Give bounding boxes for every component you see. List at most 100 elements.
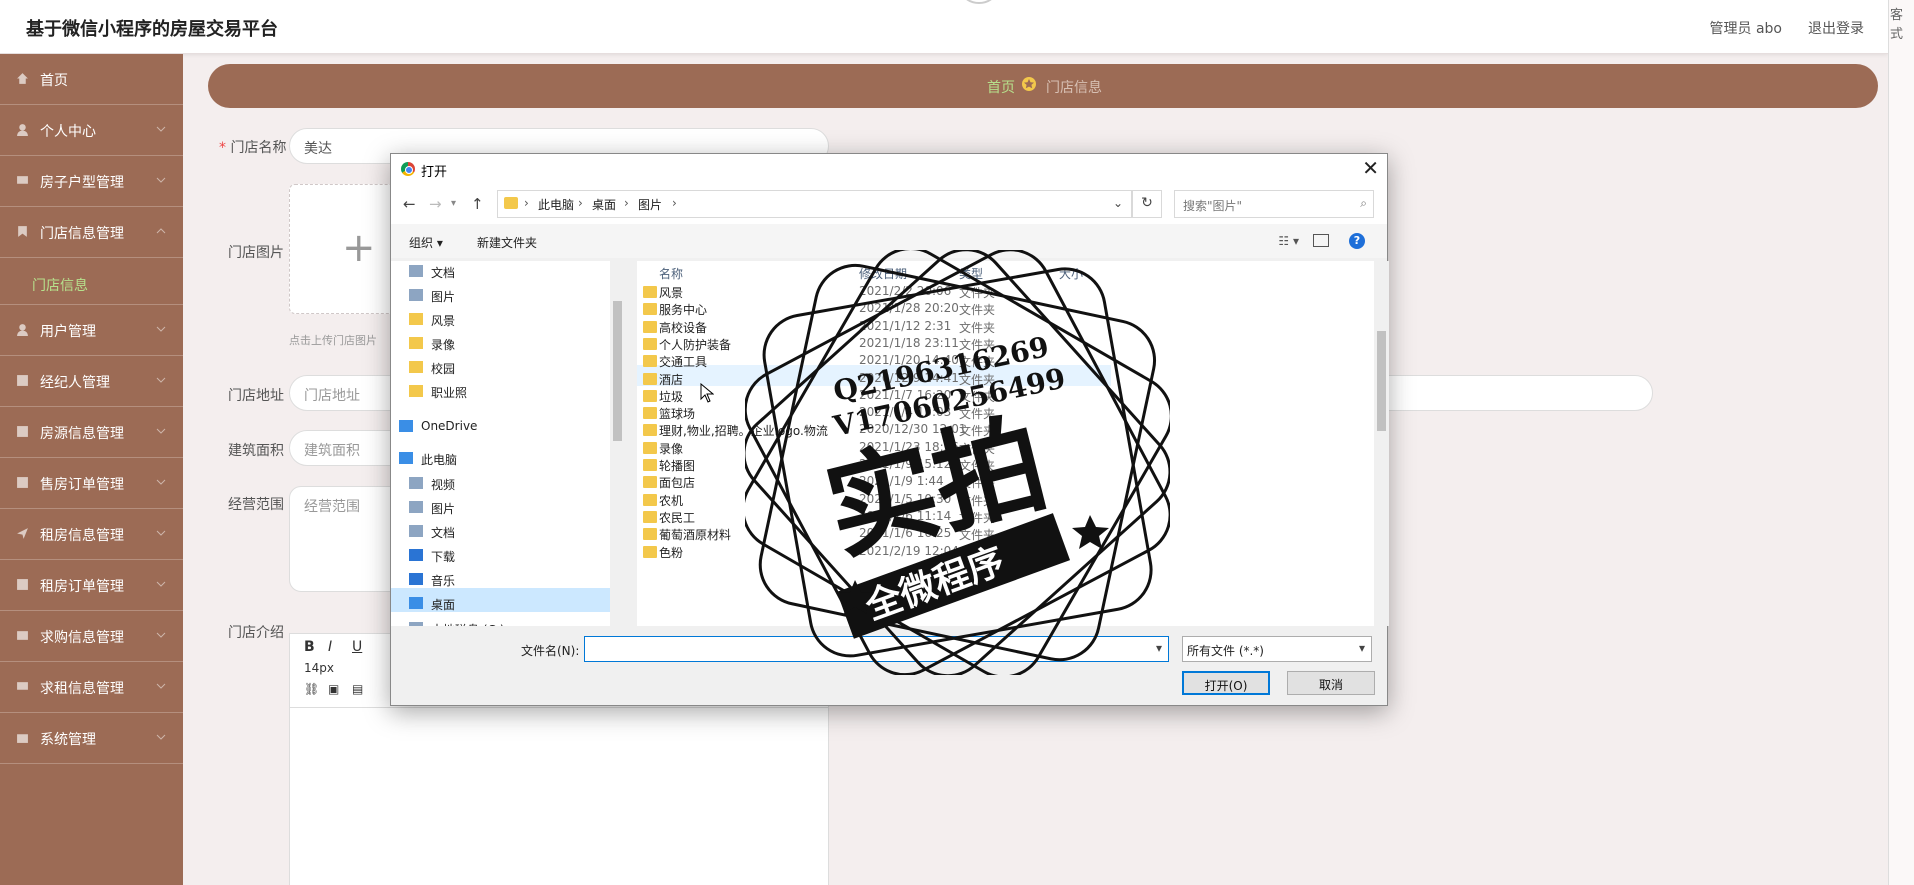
right-edge-strip xyxy=(1888,0,1914,885)
current-user[interactable]: 管理员 abo xyxy=(1710,18,1782,38)
nav-scrollbar[interactable] xyxy=(610,261,625,626)
organize-button[interactable]: 组织 ▾ xyxy=(409,234,443,251)
breadcrumb: 首页 门店信息 xyxy=(208,64,1878,108)
breadcrumb-current: 门店信息 xyxy=(1046,80,1102,96)
path-segment[interactable]: 此电脑 xyxy=(538,196,574,213)
folder-icon xyxy=(643,545,657,558)
filetype-select[interactable]: 所有文件 (*.*) xyxy=(1182,636,1372,662)
folder-icon xyxy=(643,389,657,402)
chevron-down-icon xyxy=(156,377,166,383)
font-size-select[interactable]: 14px xyxy=(304,661,334,675)
bookmark-icon xyxy=(18,226,27,237)
forward-icon[interactable]: → xyxy=(429,195,442,213)
sidebar-item-rentals[interactable]: 租房信息管理 xyxy=(0,509,183,560)
search-input[interactable]: 搜索"图片" ⌕ xyxy=(1174,190,1374,218)
navigation-pane: 文档图片风景录像校园职业照OneDrive此电脑视频图片文档下载音乐桌面本地磁盘… xyxy=(391,261,625,626)
app-title: 基于微信小程序的房屋交易平台 xyxy=(26,19,278,40)
nav-item[interactable]: OneDrive xyxy=(421,419,477,433)
image-icon[interactable]: ▣ xyxy=(328,682,339,696)
nav-item[interactable]: 文档 xyxy=(431,264,455,281)
nav-selection-highlight xyxy=(391,588,610,612)
star-icon xyxy=(1022,77,1036,91)
video-icon[interactable]: ▤ xyxy=(352,682,363,696)
chevron-down-icon[interactable]: ⌄ xyxy=(1113,196,1123,210)
chevron-right-icon: › xyxy=(524,196,529,210)
sidebar-item-label: 房源信息管理 xyxy=(40,426,124,442)
close-icon[interactable]: ✕ xyxy=(1362,156,1379,180)
nav-item[interactable]: 下载 xyxy=(431,548,455,565)
sidebar-item-system[interactable]: 系统管理 xyxy=(0,713,183,764)
path-segment[interactable]: 桌面 xyxy=(592,196,616,213)
sidebar-item-listings[interactable]: 房源信息管理 xyxy=(0,407,183,458)
file-name: 垃圾 xyxy=(659,389,684,404)
nav-item[interactable]: 职业照 xyxy=(431,384,467,401)
sidebar-item-sale-orders[interactable]: 售房订单管理 xyxy=(0,458,183,509)
nav-item[interactable]: 本地磁盘 (C:) xyxy=(431,621,505,626)
column-name[interactable]: 名称 xyxy=(659,265,683,282)
drive-icon xyxy=(409,622,423,626)
nav-item[interactable]: 此电脑 xyxy=(421,451,457,468)
address-bar-row: ← → ▾ ↑ › 此电脑 › 桌面 › 图片 › ⌄ ↻ 搜索"图片" ⌕ xyxy=(391,184,1387,224)
logout-link[interactable]: 退出登录 xyxy=(1808,18,1864,38)
chevron-down-icon xyxy=(156,734,166,740)
preview-pane-icon[interactable] xyxy=(1313,234,1329,247)
nav-item[interactable]: 音乐 xyxy=(431,572,455,589)
nav-item[interactable]: 视频 xyxy=(431,476,455,493)
nav-item[interactable]: 图片 xyxy=(431,500,455,517)
chrome-icon xyxy=(401,162,415,176)
sidebar-item-label: 求租信息管理 xyxy=(40,681,124,697)
file-name: 高校设备 xyxy=(659,320,708,335)
sidebar-item-rental-orders[interactable]: 租房订单管理 xyxy=(0,560,183,611)
edge-text: 客式 xyxy=(1890,8,1904,42)
video-icon xyxy=(409,477,423,489)
chevron-right-icon: › xyxy=(624,196,629,210)
sidebar-item-profile[interactable]: 个人中心 xyxy=(0,105,183,156)
underline-icon[interactable]: U xyxy=(352,639,362,655)
nav-item[interactable]: 图片 xyxy=(431,288,455,305)
chevron-right-icon: › xyxy=(578,196,583,210)
sidebar-subitem-store[interactable]: 门店信息 xyxy=(0,258,183,305)
sidebar-item-house-types[interactable]: 房子户型管理 xyxy=(0,156,183,207)
file-scrollbar[interactable] xyxy=(1374,261,1389,626)
nav-item[interactable]: 校园 xyxy=(431,360,455,377)
nav-item[interactable]: 桌面 xyxy=(431,596,455,613)
area-label: 建筑面积 xyxy=(228,443,284,459)
cancel-button[interactable]: 取消 xyxy=(1287,671,1375,695)
help-icon[interactable]: ? xyxy=(1349,233,1365,249)
recent-dropdown-icon[interactable]: ▾ xyxy=(451,198,456,209)
folder-icon xyxy=(504,197,518,209)
nav-item[interactable]: 文档 xyxy=(431,524,455,541)
grid-icon xyxy=(17,579,28,590)
document-icon xyxy=(409,525,423,537)
sidebar-item-agents[interactable]: 经纪人管理 xyxy=(0,356,183,407)
link-icon[interactable]: ⛓ xyxy=(304,682,319,696)
new-folder-button[interactable]: 新建文件夹 xyxy=(477,234,537,251)
italic-icon[interactable]: I xyxy=(328,639,332,655)
address-label: 门店地址 xyxy=(228,388,284,404)
up-icon[interactable]: ↑ xyxy=(471,195,484,213)
nav-item[interactable]: 录像 xyxy=(431,336,455,353)
view-options-icon[interactable]: ☷ ▾ xyxy=(1278,234,1299,248)
sidebar-item-label: 用户管理 xyxy=(40,324,96,340)
sidebar-item-store-info[interactable]: 门店信息管理 xyxy=(0,207,183,258)
back-icon[interactable]: ← xyxy=(403,195,416,213)
folder-icon xyxy=(409,313,423,325)
bold-icon[interactable]: B xyxy=(304,639,315,655)
refresh-icon[interactable]: ↻ xyxy=(1132,190,1162,218)
sidebar-item-users[interactable]: 用户管理 xyxy=(0,305,183,356)
breadcrumb-home[interactable]: 首页 xyxy=(987,77,1015,97)
nav-item[interactable]: 风景 xyxy=(431,312,455,329)
editor-divider xyxy=(290,707,828,708)
address-bar[interactable]: › 此电脑 › 桌面 › 图片 › ⌄ xyxy=(497,190,1132,218)
folder-icon xyxy=(643,372,657,385)
folder-icon xyxy=(643,424,657,437)
open-button[interactable]: 打开(O) xyxy=(1182,671,1270,695)
grid-icon xyxy=(17,375,28,386)
path-segment[interactable]: 图片 xyxy=(638,196,662,213)
sidebar-item-label: 求购信息管理 xyxy=(40,630,124,646)
sidebar-item-rent-requests[interactable]: 求租信息管理 xyxy=(0,662,183,713)
pictures-icon xyxy=(409,501,423,513)
sidebar-item-label: 租房订单管理 xyxy=(40,579,124,595)
sidebar-item-buy-requests[interactable]: 求购信息管理 xyxy=(0,611,183,662)
sidebar-item-home[interactable]: 首页 xyxy=(0,54,183,105)
